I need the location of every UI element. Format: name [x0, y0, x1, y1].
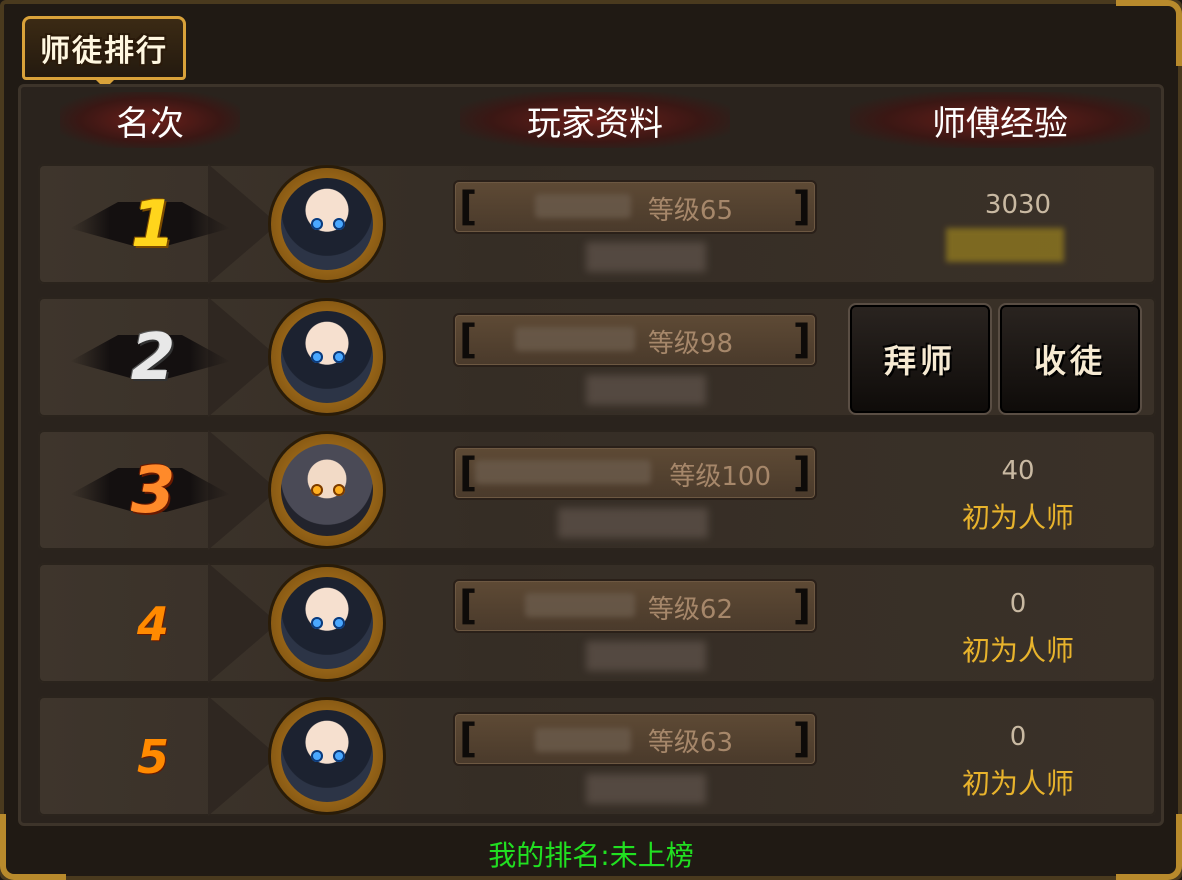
player-name-bar: 等级98 — [453, 313, 817, 367]
player-avatar[interactable] — [271, 434, 383, 546]
master-exp-value: 0 — [1009, 589, 1027, 619]
player-avatar[interactable] — [271, 700, 383, 812]
player-avatar[interactable] — [271, 168, 383, 280]
blurred-player-name — [535, 728, 631, 752]
tab-title: 师徒排行 — [40, 34, 168, 69]
master-title: 初为人师 — [961, 501, 1074, 534]
blurred-player-name — [525, 593, 635, 617]
player-avatar[interactable] — [271, 567, 383, 679]
player-name-bar: 等级100 — [453, 446, 817, 500]
column-header-rank: 名次 — [60, 92, 240, 148]
player-avatar[interactable] — [271, 301, 383, 413]
column-header-master-exp: 师傅经验 — [850, 92, 1150, 148]
player-level: 等级62 — [647, 595, 733, 625]
blurred-player-name — [475, 460, 651, 484]
rank-number: 2 — [130, 321, 176, 395]
player-level: 等级100 — [669, 462, 771, 492]
player-name-bar: 等级62 — [453, 579, 817, 633]
frame-corner-ornament — [1116, 0, 1182, 66]
ranking-row[interactable]: 2 等级98 拜师 收徒 — [38, 297, 1156, 417]
row-divider-arrow — [208, 696, 278, 816]
tab-master-apprentice-ranking[interactable]: 师徒排行 — [22, 16, 186, 89]
rank-number: 4 — [136, 597, 169, 651]
blurred-player-name — [515, 327, 635, 351]
blurred-guild-name — [586, 375, 706, 405]
rank-number: 5 — [136, 730, 169, 784]
blurred-guild-name — [558, 508, 708, 538]
player-level: 等级65 — [647, 196, 733, 226]
blurred-player-name — [535, 194, 631, 218]
column-header-player-info: 玩家资料 — [460, 92, 730, 148]
blurred-guild-name — [586, 774, 706, 804]
player-level: 等级98 — [647, 329, 733, 359]
ranking-row[interactable]: 5 等级63 0 初为人师 — [38, 696, 1156, 816]
blurred-guild-name — [586, 641, 706, 671]
rank-number: 3 — [130, 454, 176, 528]
apprentice-to-master-button[interactable]: 拜师 — [848, 303, 992, 415]
ranking-row[interactable]: 3 等级100 40 初为人师 — [38, 430, 1156, 550]
player-name-bar: 等级63 — [453, 712, 817, 766]
master-exp-value: 40 — [1001, 456, 1035, 486]
accept-apprentice-button[interactable]: 收徒 — [998, 303, 1142, 415]
blurred-guild-name — [586, 242, 706, 272]
ranking-row[interactable]: 4 等级62 0 初为人师 — [38, 563, 1156, 683]
ranking-row[interactable]: 1 等级65 3030 — [38, 164, 1156, 284]
rank-number: 1 — [130, 188, 176, 262]
master-exp-value: 0 — [1009, 722, 1027, 752]
row-divider-arrow — [208, 563, 278, 683]
player-level: 等级63 — [647, 728, 733, 758]
player-name-bar: 等级65 — [453, 180, 817, 234]
master-exp-value: 3030 — [984, 190, 1052, 220]
blurred-master-title — [946, 228, 1064, 262]
master-title: 初为人师 — [961, 634, 1074, 667]
my-rank-status: 我的排名:未上榜 — [488, 839, 694, 872]
master-title: 初为人师 — [961, 767, 1074, 800]
